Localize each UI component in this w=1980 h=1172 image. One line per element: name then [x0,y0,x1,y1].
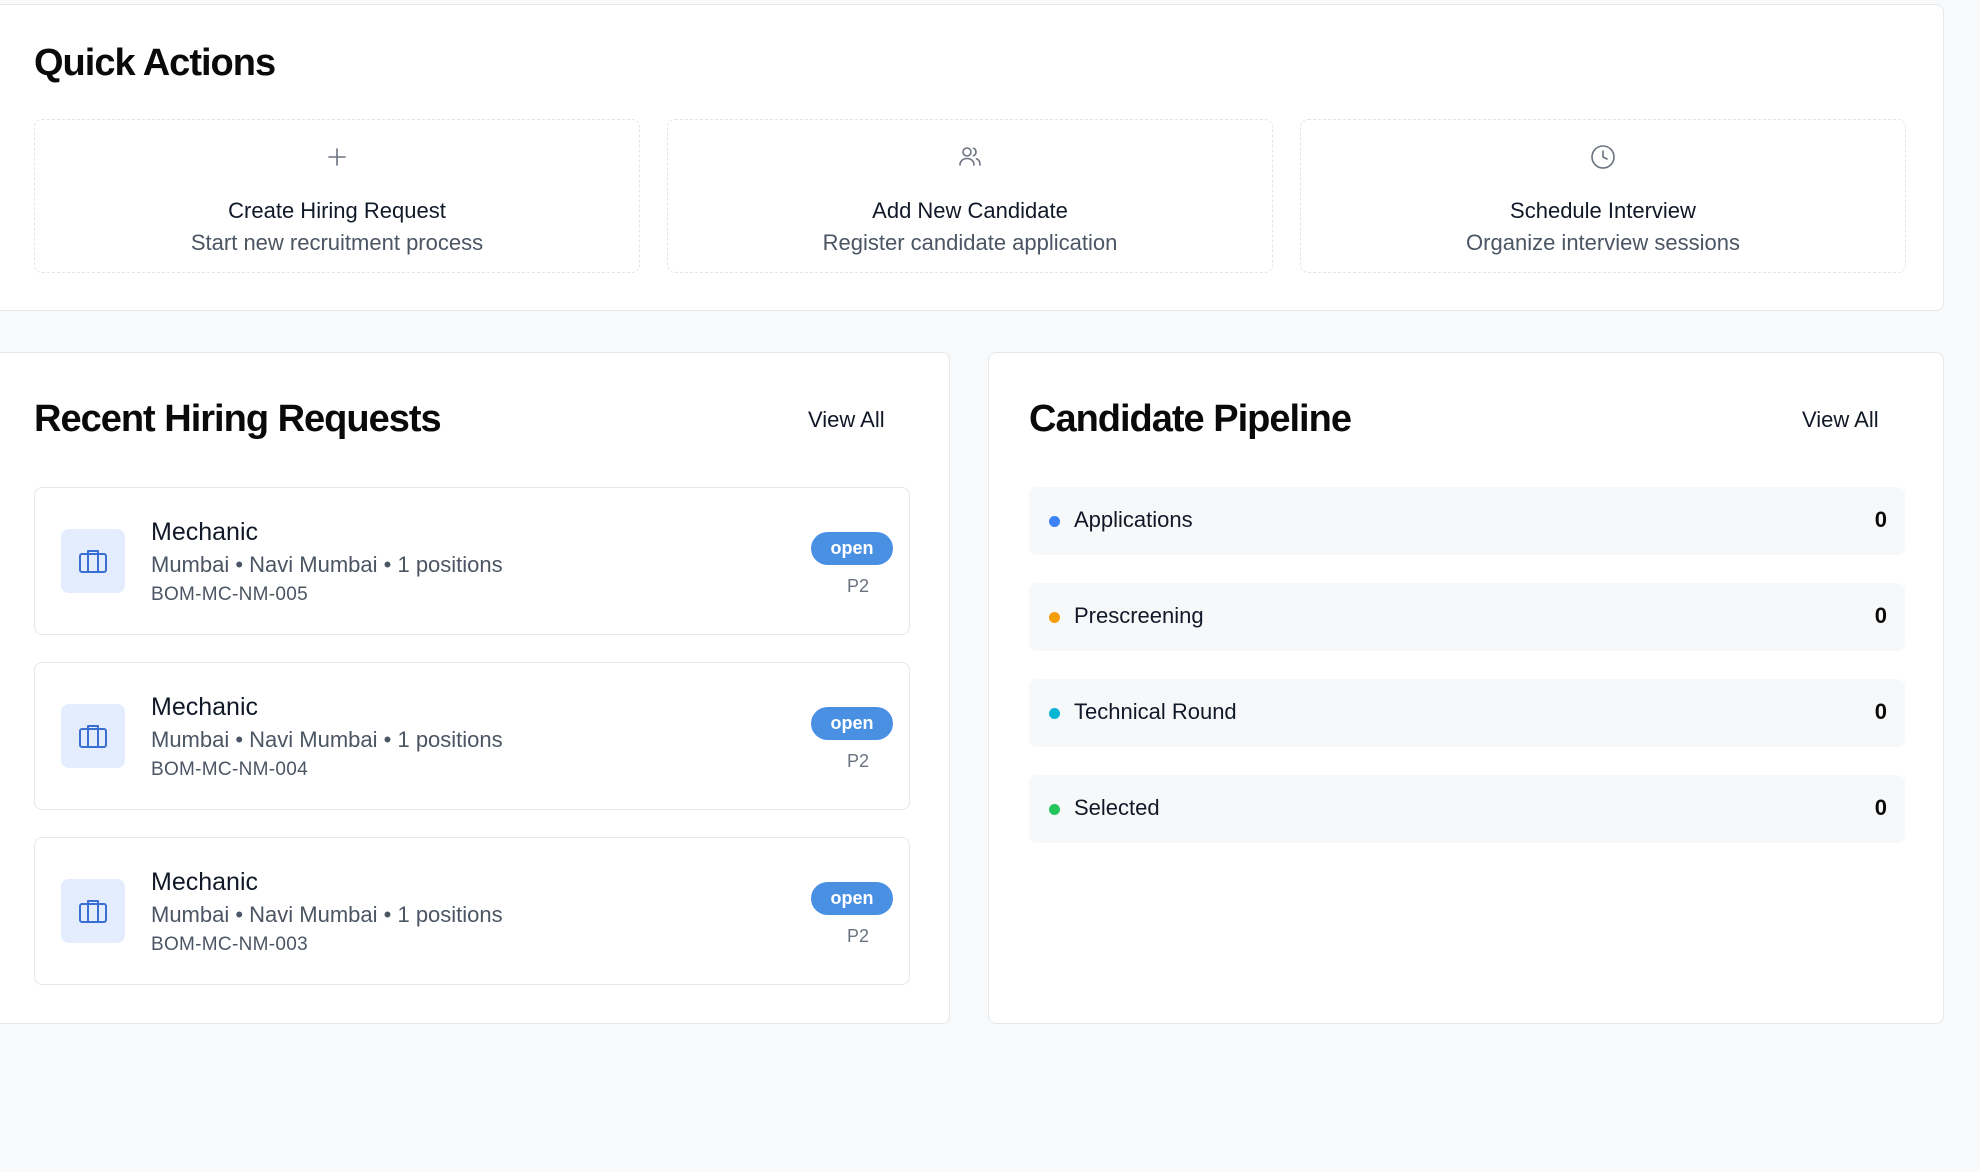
create-hiring-request-button[interactable]: Create Hiring Request Start new recruitm… [34,119,640,273]
qa-tile-subtitle: Organize interview sessions [1466,230,1740,255]
status-badge: open [811,532,893,565]
users-icon [955,142,985,172]
request-code: BOM-MC-NM-005 [151,584,308,605]
quick-actions-card: Quick Actions Create Hiring Request Star… [0,4,1944,311]
priority-label: P2 [847,751,870,771]
pipeline-stage-applications[interactable]: Applications 0 [1029,487,1905,555]
stage-label: Applications [1074,507,1193,532]
pipeline-stage-technical-round[interactable]: Technical Round 0 [1029,679,1905,747]
view-all-requests-link[interactable]: View All [808,407,885,433]
priority-label: P2 [847,576,870,596]
qa-tile-title: Add New Candidate [872,198,1068,223]
candidate-pipeline-card: Candidate Pipeline View All Applications… [988,352,1944,1024]
qa-tile-subtitle: Start new recruitment process [190,230,484,255]
plus-icon [322,142,352,172]
briefcase-icon [61,879,125,943]
clock-icon [1588,142,1618,172]
status-badge: open [811,882,893,915]
request-meta: Mumbai • Navi Mumbai • 1 positions [151,902,503,927]
request-title: Mechanic [151,518,258,546]
stage-label: Prescreening [1074,603,1204,628]
quick-actions-title: Quick Actions [34,42,276,84]
status-dot [1049,516,1060,527]
stage-count: 0 [1874,699,1887,724]
request-meta: Mumbai • Navi Mumbai • 1 positions [151,552,503,577]
status-dot [1049,708,1060,719]
pipeline-title: Candidate Pipeline [1029,398,1352,440]
add-new-candidate-button[interactable]: Add New Candidate Register candidate app… [667,119,1273,273]
stage-count: 0 [1874,507,1887,532]
request-title: Mechanic [151,693,258,721]
priority-label: P2 [847,926,870,946]
status-badge: open [811,707,893,740]
recent-hiring-requests-card: Recent Hiring Requests View All Mechanic… [0,352,950,1024]
recent-requests-title: Recent Hiring Requests [34,398,442,440]
status-dot [1049,612,1060,623]
view-all-pipeline-link[interactable]: View All [1802,407,1879,433]
stage-count: 0 [1874,603,1887,628]
request-code: BOM-MC-NM-003 [151,934,308,955]
request-meta: Mumbai • Navi Mumbai • 1 positions [151,727,503,752]
hiring-request-row[interactable]: Mechanic Mumbai • Navi Mumbai • 1 positi… [34,662,910,810]
schedule-interview-button[interactable]: Schedule Interview Organize interview se… [1300,119,1906,273]
hiring-request-row[interactable]: Mechanic Mumbai • Navi Mumbai • 1 positi… [34,487,910,635]
briefcase-icon [61,529,125,593]
stage-count: 0 [1874,795,1887,820]
stage-label: Selected [1074,795,1160,820]
request-title: Mechanic [151,868,258,896]
hiring-request-row[interactable]: Mechanic Mumbai • Navi Mumbai • 1 positi… [34,837,910,985]
pipeline-stage-prescreening[interactable]: Prescreening 0 [1029,583,1905,651]
qa-tile-title: Schedule Interview [1510,198,1696,223]
briefcase-icon [61,704,125,768]
qa-tile-title: Create Hiring Request [228,198,446,223]
qa-tile-subtitle: Register candidate application [822,230,1118,255]
pipeline-stage-selected[interactable]: Selected 0 [1029,775,1905,843]
stage-label: Technical Round [1074,699,1237,724]
status-dot [1049,804,1060,815]
request-code: BOM-MC-NM-004 [151,759,308,780]
